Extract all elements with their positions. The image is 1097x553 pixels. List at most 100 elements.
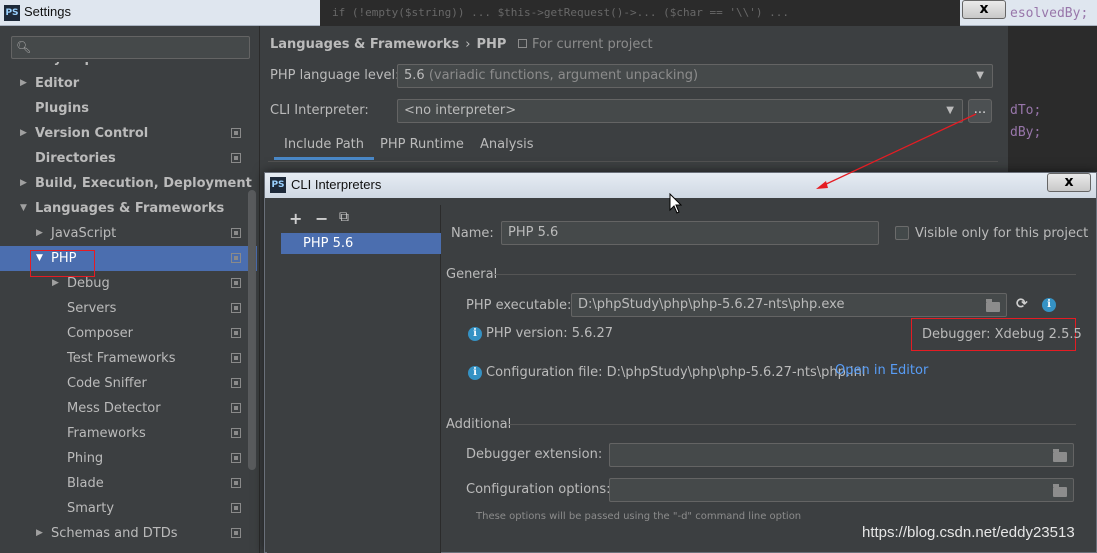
info-icon[interactable]: i <box>1042 298 1056 312</box>
php-version-text: PHP version: 5.6.27 <box>486 326 614 341</box>
sidebar-item-blade[interactable]: Blade <box>0 471 257 496</box>
tree-scrollbar[interactable] <box>248 190 256 470</box>
language-level-value: 5.6 <box>404 68 425 83</box>
interpreter-list-panel: + − ⧉ PHP 5.6 <box>267 205 441 553</box>
language-level-select[interactable]: 5.6 (variadic functions, argument unpack… <box>397 64 993 88</box>
config-options-label: Configuration options: <box>466 482 611 497</box>
project-copy-icon <box>231 428 241 438</box>
chevron-right-icon[interactable]: ▶ <box>36 221 43 246</box>
code-snippet: dTo; <box>1010 103 1042 118</box>
debugger-extension-label: Debugger extension: <box>466 447 603 462</box>
phpstorm-logo-icon: PS <box>270 177 286 193</box>
chevron-down-icon[interactable]: ▼ <box>20 196 27 221</box>
tab-php-runtime[interactable]: PHP Runtime <box>380 130 464 160</box>
sidebar-item-schemas-and-dtds[interactable]: ▶ Schemas and DTDs <box>0 521 257 546</box>
sidebar-item-label: Phing <box>67 451 104 466</box>
info-icon: i <box>468 327 482 341</box>
chevron-right-icon[interactable]: ▶ <box>20 121 27 146</box>
sidebar-item-label: Test Frameworks <box>67 351 176 366</box>
sidebar-item-languages-frameworks[interactable]: ▼ Languages & Frameworks <box>0 196 257 221</box>
sidebar-item-keymap[interactable]: Keymap <box>0 62 257 71</box>
sidebar-item-label: Servers <box>67 301 117 316</box>
interpreter-item-php56[interactable]: PHP 5.6 <box>281 233 441 254</box>
project-copy-icon <box>231 253 241 263</box>
sidebar-item-frameworks[interactable]: Frameworks <box>0 421 257 446</box>
mouse-cursor-icon <box>669 193 683 214</box>
tab-analysis[interactable]: Analysis <box>480 130 534 160</box>
php-executable-field[interactable]: D:\phpStudy\php\php-5.6.27-nts\php.exe <box>571 293 1007 317</box>
section-divider <box>493 274 1076 275</box>
settings-search-input[interactable]: 🔍︎ <box>11 36 250 59</box>
name-label: Name: <box>451 226 494 241</box>
sidebar-item-label: JavaScript <box>51 226 117 241</box>
cli-interpreter-more-button[interactable]: ... <box>968 99 992 123</box>
sidebar-item-version-control[interactable]: ▶ Version Control <box>0 121 257 146</box>
config-options-field[interactable] <box>609 478 1074 502</box>
folder-icon[interactable] <box>1053 484 1067 497</box>
watermark: https://blog.csdn.net/eddy23513 <box>862 524 1075 541</box>
cli-interpreter-select[interactable]: <no interpreter> ▼ <box>397 99 963 123</box>
sidebar-item-label: Keymap <box>35 62 94 71</box>
project-copy-icon <box>231 128 241 138</box>
sidebar-item-build-execution-deployment[interactable]: ▶ Build, Execution, Deployment <box>0 171 257 196</box>
sidebar-item-label: Mess Detector <box>67 401 161 416</box>
sidebar-item-plugins[interactable]: Plugins <box>0 96 257 121</box>
folder-icon[interactable] <box>986 299 1000 312</box>
sidebar-item-label: Languages & Frameworks <box>35 201 225 216</box>
project-copy-icon <box>231 503 241 513</box>
background-code-line: if (!empty($string)) ... $this->getReque… <box>320 0 960 26</box>
chevron-down-icon: ▼ <box>976 70 984 81</box>
project-copy-icon <box>231 478 241 488</box>
sidebar-item-directories[interactable]: Directories <box>0 146 257 171</box>
code-snippet: esolvedBy; <box>1010 6 1089 21</box>
chevron-right-icon[interactable]: ▶ <box>20 171 27 196</box>
dialog-close-button[interactable]: x <box>1047 173 1091 192</box>
project-copy-icon <box>231 278 241 288</box>
sidebar-item-label: Plugins <box>35 101 89 116</box>
section-divider <box>509 424 1076 425</box>
window-title: Settings <box>24 4 71 19</box>
open-in-editor-link[interactable]: Open in Editor <box>835 363 928 378</box>
code-snippet: dBy; <box>1010 125 1042 140</box>
sidebar-item-label: Editor <box>35 76 80 91</box>
tab-include-path[interactable]: Include Path <box>274 130 375 160</box>
sidebar-item-label: Frameworks <box>67 426 146 441</box>
chevron-down-icon: ▼ <box>946 105 954 116</box>
project-copy-icon <box>231 303 241 313</box>
sidebar-item-phing[interactable]: Phing <box>0 446 257 471</box>
project-copy-icon <box>231 228 241 238</box>
refresh-icon[interactable]: ⟳ <box>1016 296 1028 312</box>
php-highlight-box <box>30 250 95 277</box>
sidebar-item-editor[interactable]: ▶ Editor <box>0 71 257 96</box>
breadcrumb-current: PHP <box>476 37 507 52</box>
add-icon[interactable]: + <box>289 209 302 228</box>
cli-interpreter-value: <no interpreter> <box>404 103 517 118</box>
folder-icon[interactable] <box>1053 449 1067 462</box>
sidebar-item-label: Schemas and DTDs <box>51 526 178 541</box>
chevron-right-icon[interactable]: ▶ <box>36 521 43 546</box>
sidebar-item-smarty[interactable]: Smarty <box>0 496 257 521</box>
remove-icon[interactable]: − <box>315 209 328 228</box>
sidebar-item-composer[interactable]: Composer <box>0 321 257 346</box>
sidebar-item-javascript[interactable]: ▶ JavaScript <box>0 221 257 246</box>
cli-interpreters-dialog: PS CLI Interpreters x + − ⧉ PHP 5.6 Name… <box>264 172 1097 553</box>
project-copy-icon <box>231 453 241 463</box>
breadcrumb-parent[interactable]: Languages & Frameworks <box>270 37 459 52</box>
language-level-desc: (variadic functions, argument unpacking) <box>428 68 699 83</box>
chevron-right-icon[interactable]: ▶ <box>20 71 27 96</box>
project-copy-icon <box>231 328 241 338</box>
sidebar-item-code-sniffer[interactable]: Code Sniffer <box>0 371 257 396</box>
language-level-label: PHP language level: <box>270 68 400 83</box>
debugger-extension-field[interactable] <box>609 443 1074 467</box>
name-field[interactable]: PHP 5.6 <box>501 221 879 245</box>
sidebar-item-mess-detector[interactable]: Mess Detector <box>0 396 257 421</box>
copy-icon[interactable]: ⧉ <box>339 209 349 225</box>
settings-close-button[interactable]: x <box>962 0 1006 19</box>
sidebar-item-test-frameworks[interactable]: Test Frameworks <box>0 346 257 371</box>
sidebar-item-label: Blade <box>67 476 104 491</box>
sidebar-item-servers[interactable]: Servers <box>0 296 257 321</box>
visible-only-checkbox[interactable] <box>895 226 909 240</box>
additional-section-title: Additional <box>446 417 512 432</box>
project-copy-icon <box>231 528 241 538</box>
cli-interpreter-label: CLI Interpreter: <box>270 103 369 118</box>
